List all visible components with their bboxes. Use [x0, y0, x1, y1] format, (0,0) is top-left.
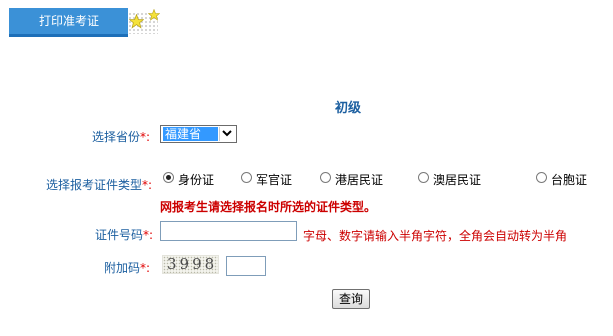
id-type-warning: 网报考生请选择报名时所选的证件类型。	[160, 200, 377, 214]
id-number-input[interactable]	[160, 221, 297, 241]
tab-label: 打印准考证	[39, 14, 100, 28]
captcha-label: 附加码*:	[104, 259, 150, 276]
chevron-down-icon[interactable]	[219, 127, 235, 141]
required-mark: *:	[140, 261, 151, 275]
id-type-label-text: 选择报考证件类型	[46, 178, 143, 192]
radio-id-card[interactable]	[163, 172, 174, 183]
required-mark: *:	[143, 228, 154, 242]
radio-label-officer-card: 军官证	[256, 173, 293, 187]
province-selected-value: 福建省	[163, 127, 218, 141]
id-number-label-text: 证件号码	[95, 228, 144, 242]
star-icon	[129, 14, 144, 29]
radio-macau-resident[interactable]	[418, 172, 429, 183]
radio-label-taiwan-compatriot: 台胞证	[551, 173, 588, 187]
captcha-input[interactable]	[226, 256, 266, 276]
radio-officer-card[interactable]	[241, 172, 252, 183]
province-label-text: 选择省份	[92, 130, 141, 144]
radio-hk-resident[interactable]	[320, 172, 331, 183]
province-select[interactable]: 福建省	[160, 125, 237, 143]
radio-label-hk-resident: 港居民证	[335, 173, 384, 187]
province-label: 选择省份*:	[92, 128, 150, 145]
required-mark: *:	[142, 178, 153, 192]
id-number-label: 证件号码*:	[95, 226, 153, 243]
star-icon	[148, 9, 160, 21]
level-title: 初级	[335, 101, 362, 116]
radio-label-macau-resident: 澳居民证	[433, 173, 482, 187]
captcha-label-text: 附加码	[104, 261, 141, 275]
tab-print-admission-ticket[interactable]: 打印准考证	[9, 8, 128, 37]
id-number-hint: 字母、数字请输入半角字符，全角会自动转为半角	[303, 229, 568, 243]
radio-taiwan-compatriot[interactable]	[536, 172, 547, 183]
query-button[interactable]: 查询	[332, 289, 370, 309]
captcha-image[interactable]: 3998	[162, 255, 219, 274]
radio-label-id-card: 身份证	[178, 173, 215, 187]
id-type-label: 选择报考证件类型*:	[46, 176, 152, 193]
required-mark: *:	[140, 130, 151, 144]
